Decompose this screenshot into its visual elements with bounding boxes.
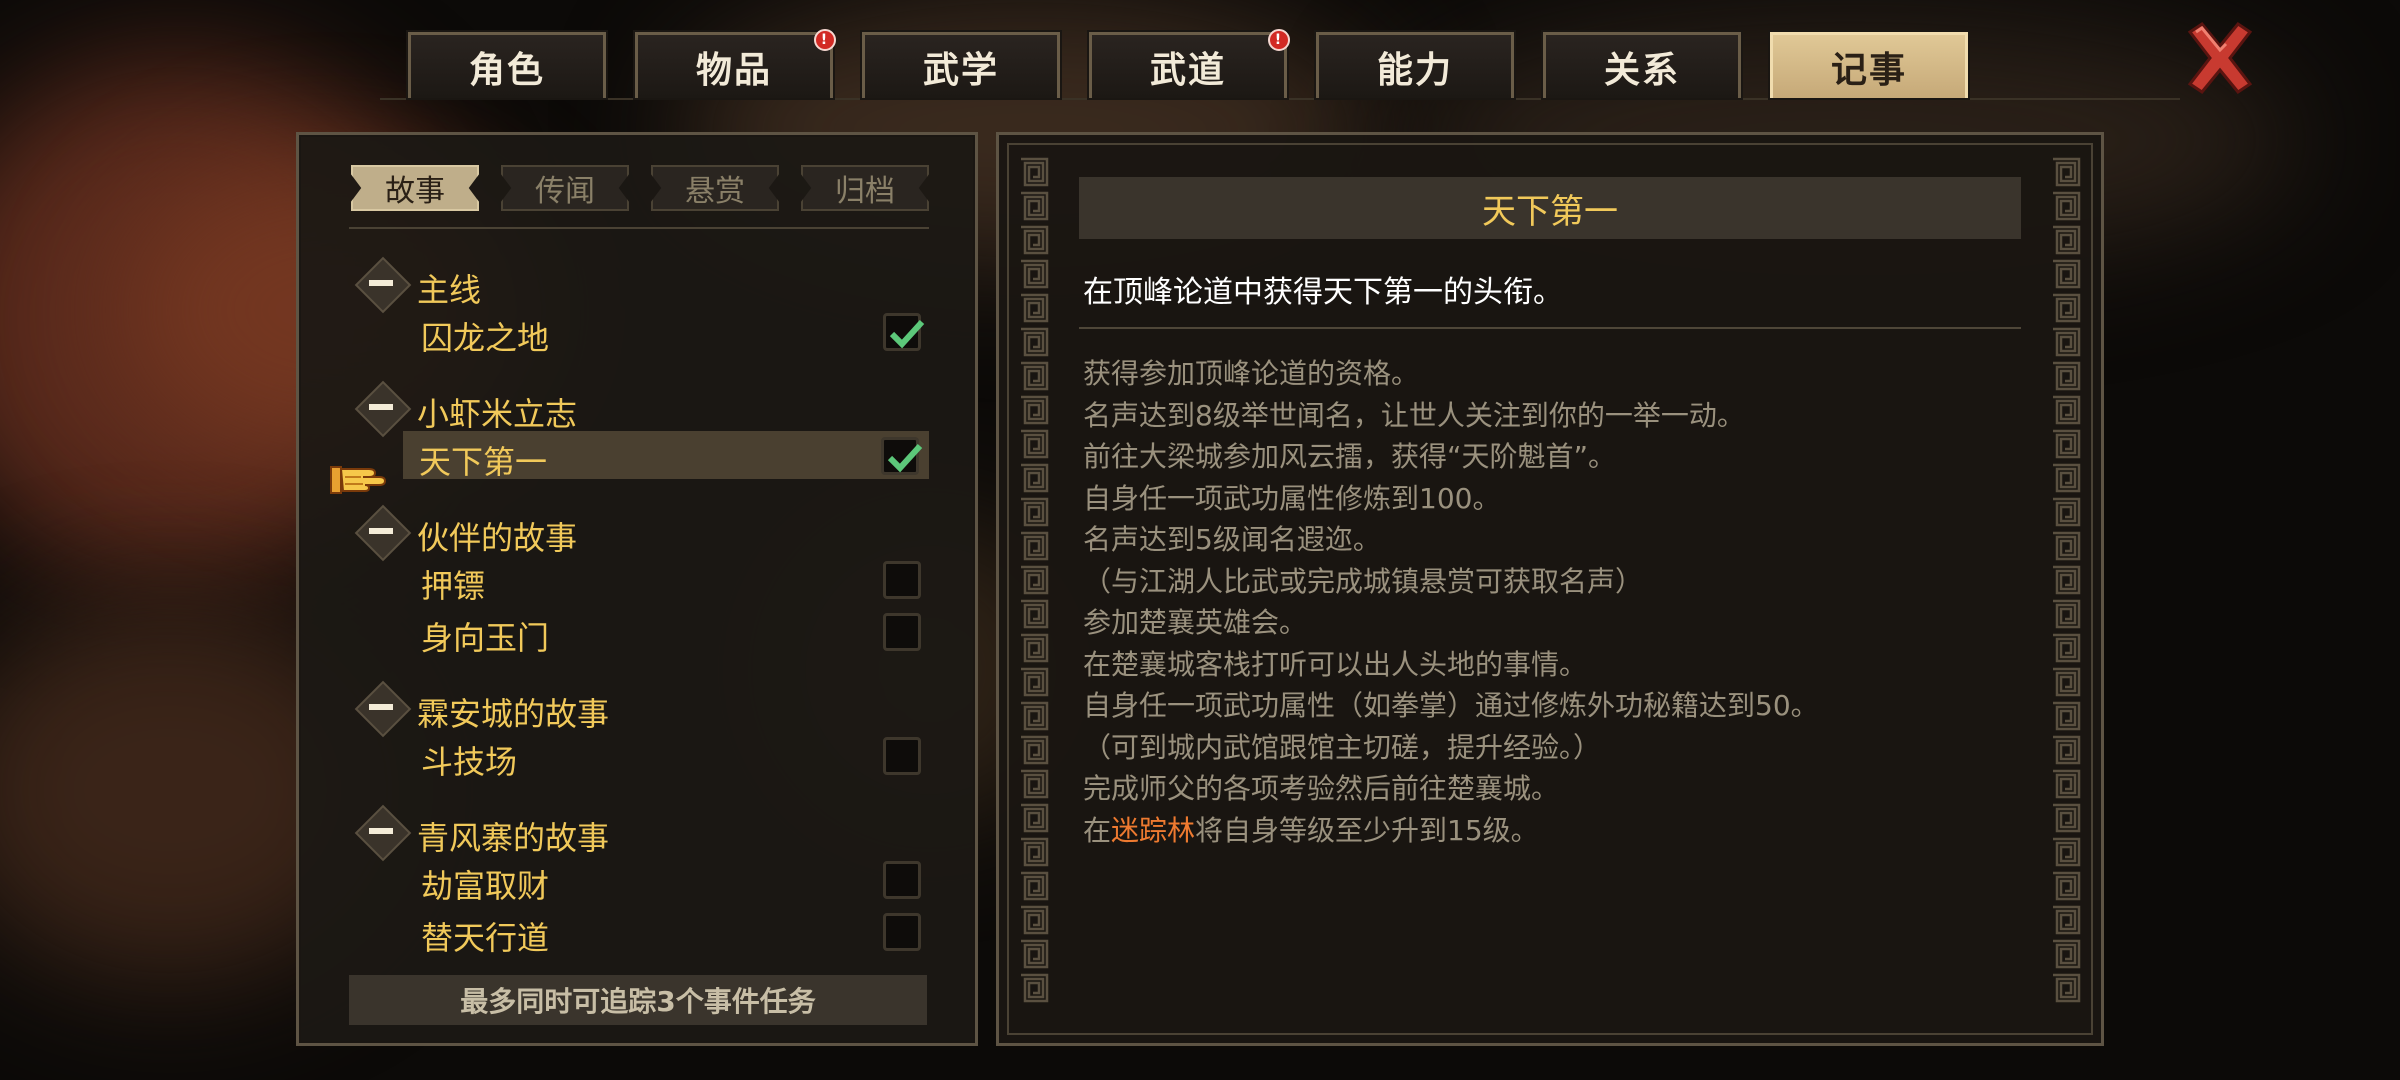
close-button[interactable]: [2180, 18, 2260, 98]
quest-item-selected[interactable]: 天下第一: [403, 431, 929, 481]
alert-badge-icon: !: [1268, 29, 1290, 51]
collapse-icon[interactable]: [351, 677, 411, 737]
tab-relations[interactable]: 关系: [1541, 30, 1743, 100]
tab-label: 关系: [1603, 49, 1680, 91]
checkmark-icon: [887, 443, 923, 473]
group-title: 伙伴的故事: [417, 519, 578, 557]
quest-group-aspiration[interactable]: 小虾米立志: [351, 377, 911, 437]
main-tab-bar: 角色 物品! 武学 武道! 能力 关系 记事: [380, 28, 2180, 100]
tab-martial-path[interactable]: 武道!: [1087, 29, 1290, 100]
track-checkbox[interactable]: [883, 313, 925, 351]
close-icon: [2187, 21, 2253, 95]
quest-group-companions[interactable]: 伙伴的故事: [351, 501, 911, 561]
subtab-label: 故事: [385, 174, 445, 209]
subtab-archive[interactable]: 归档: [801, 165, 929, 211]
quest-group-qingfeng[interactable]: 青风寨的故事: [351, 801, 911, 861]
quest-step-current: 在迷踪林将自身等级至少升到15级。: [1083, 810, 2023, 852]
location-link[interactable]: 迷踪林: [1111, 814, 1195, 847]
quest-item[interactable]: 身向玉门: [405, 607, 931, 657]
detail-title: 天下第一: [1079, 177, 2021, 239]
quest-item[interactable]: 斗技场: [405, 731, 931, 781]
quest-detail-panel: 天下第一 在顶峰论道中获得天下第一的头衔。 获得参加顶峰论道的资格。 名声达到8…: [996, 132, 2104, 1046]
tab-label: 记事: [1830, 49, 1907, 91]
quest-step: 在楚襄城客栈打听可以出人头地的事情。: [1083, 647, 1588, 681]
track-checkbox[interactable]: [883, 737, 921, 775]
track-checkbox[interactable]: [883, 913, 921, 951]
detail-summary: 在顶峰论道中获得天下第一的头衔。: [1083, 275, 1563, 310]
quest-step: 完成师父的各项考验然后前往楚襄城。: [1083, 772, 1560, 805]
divider: [349, 227, 929, 229]
quest-step: 名声达到5级闻名遐迩。: [1083, 523, 1381, 556]
quest-item[interactable]: 囚龙之地: [405, 307, 931, 357]
quest-title: 押镖: [421, 567, 486, 605]
group-title: 霖安城的故事: [417, 695, 610, 733]
tab-label: 武学: [922, 49, 999, 91]
divider: [1079, 327, 2021, 329]
quest-title: 身向玉门: [421, 619, 550, 657]
tracking-limit-note: 最多同时可追踪3个事件任务: [349, 975, 927, 1025]
tab-martial-arts[interactable]: 武学: [860, 30, 1062, 100]
quest-title: 替天行道: [421, 919, 550, 957]
pointing-hand-icon: [329, 457, 387, 501]
quest-title: 劫富取财: [421, 867, 550, 905]
track-checkbox[interactable]: [883, 613, 921, 651]
tab-label: 能力: [1376, 49, 1453, 91]
tab-label: 武道: [1149, 49, 1226, 91]
checkmark-icon: [889, 319, 925, 349]
quest-list-panel: 故事 传闻 悬赏 归档 主线 囚龙之地 小虾米立志 天下第一 伙伴的故事 押镖 …: [296, 132, 978, 1046]
tab-label: 角色: [468, 49, 545, 91]
quest-item[interactable]: 替天行道: [405, 907, 931, 957]
track-checkbox[interactable]: [883, 561, 921, 599]
quest-step: 自身任一项武功属性修炼到100。: [1083, 481, 1501, 515]
quest-step: 获得参加顶峰论道的资格。: [1083, 357, 1420, 390]
group-title: 小虾米立志: [417, 395, 578, 433]
track-checkbox[interactable]: [881, 437, 923, 475]
quest-title: 囚龙之地: [421, 319, 550, 357]
collapse-icon[interactable]: [351, 801, 411, 861]
quest-step: 自身任一项武功属性（如拳掌）通过修炼外功秘籍达到50。: [1083, 689, 1819, 722]
tab-abilities[interactable]: 能力: [1314, 30, 1516, 100]
journal-subtabs: 故事 传闻 悬赏 归档: [351, 165, 931, 213]
quest-step: 参加楚襄英雄会。: [1083, 606, 1308, 639]
step-suffix: 将自身等级至少升到15级。: [1195, 813, 1539, 847]
tab-label: 物品: [695, 49, 772, 91]
quest-steps: 获得参加顶峰论道的资格。 名声达到8级举世闻名，让世人关注到你的一举一动。 前往…: [1083, 353, 2023, 851]
tab-journal[interactable]: 记事: [1768, 30, 1970, 100]
quest-step: 名声达到8级举世闻名，让世人关注到你的一举一动。: [1083, 398, 1745, 432]
quest-item[interactable]: 押镖: [405, 555, 931, 605]
subtab-rumors[interactable]: 传闻: [501, 165, 629, 211]
quest-item[interactable]: 劫富取财: [405, 855, 931, 905]
quest-step: （可到城内武馆跟馆主切磋，提升经验。）: [1083, 730, 1602, 764]
subtab-stories[interactable]: 故事: [351, 165, 479, 211]
alert-badge-icon: !: [814, 29, 836, 51]
meander-border-left-icon: [1017, 155, 1051, 1005]
tab-character[interactable]: 角色: [406, 30, 608, 100]
quest-title: 斗技场: [421, 743, 518, 781]
quest-step: 前往大梁城参加风云擂，获得“天阶魁首”。: [1083, 440, 1617, 473]
quest-group-linan[interactable]: 霖安城的故事: [351, 677, 911, 737]
quest-group-main[interactable]: 主线: [351, 253, 911, 313]
group-title: 青风寨的故事: [417, 819, 610, 857]
meander-border-right-icon: [2049, 155, 2083, 1005]
step-prefix: 在: [1083, 813, 1112, 847]
subtab-label: 悬赏: [685, 174, 745, 209]
subtab-label: 归档: [835, 174, 895, 209]
track-checkbox[interactable]: [883, 861, 921, 899]
subtab-label: 传闻: [535, 174, 595, 209]
quest-step: （与江湖人比武或完成城镇悬赏可获取名声）: [1083, 564, 1644, 598]
subtab-bounties[interactable]: 悬赏: [651, 165, 779, 211]
collapse-icon[interactable]: [351, 377, 411, 437]
group-title: 主线: [417, 271, 482, 309]
tab-items[interactable]: 物品!: [633, 29, 836, 100]
collapse-icon[interactable]: [351, 253, 411, 313]
collapse-icon[interactable]: [351, 501, 411, 561]
quest-title: 天下第一: [419, 443, 548, 481]
quest-list[interactable]: 主线 囚龙之地 小虾米立志 天下第一 伙伴的故事 押镖 身向玉门 霖安城的故事 …: [299, 245, 981, 985]
